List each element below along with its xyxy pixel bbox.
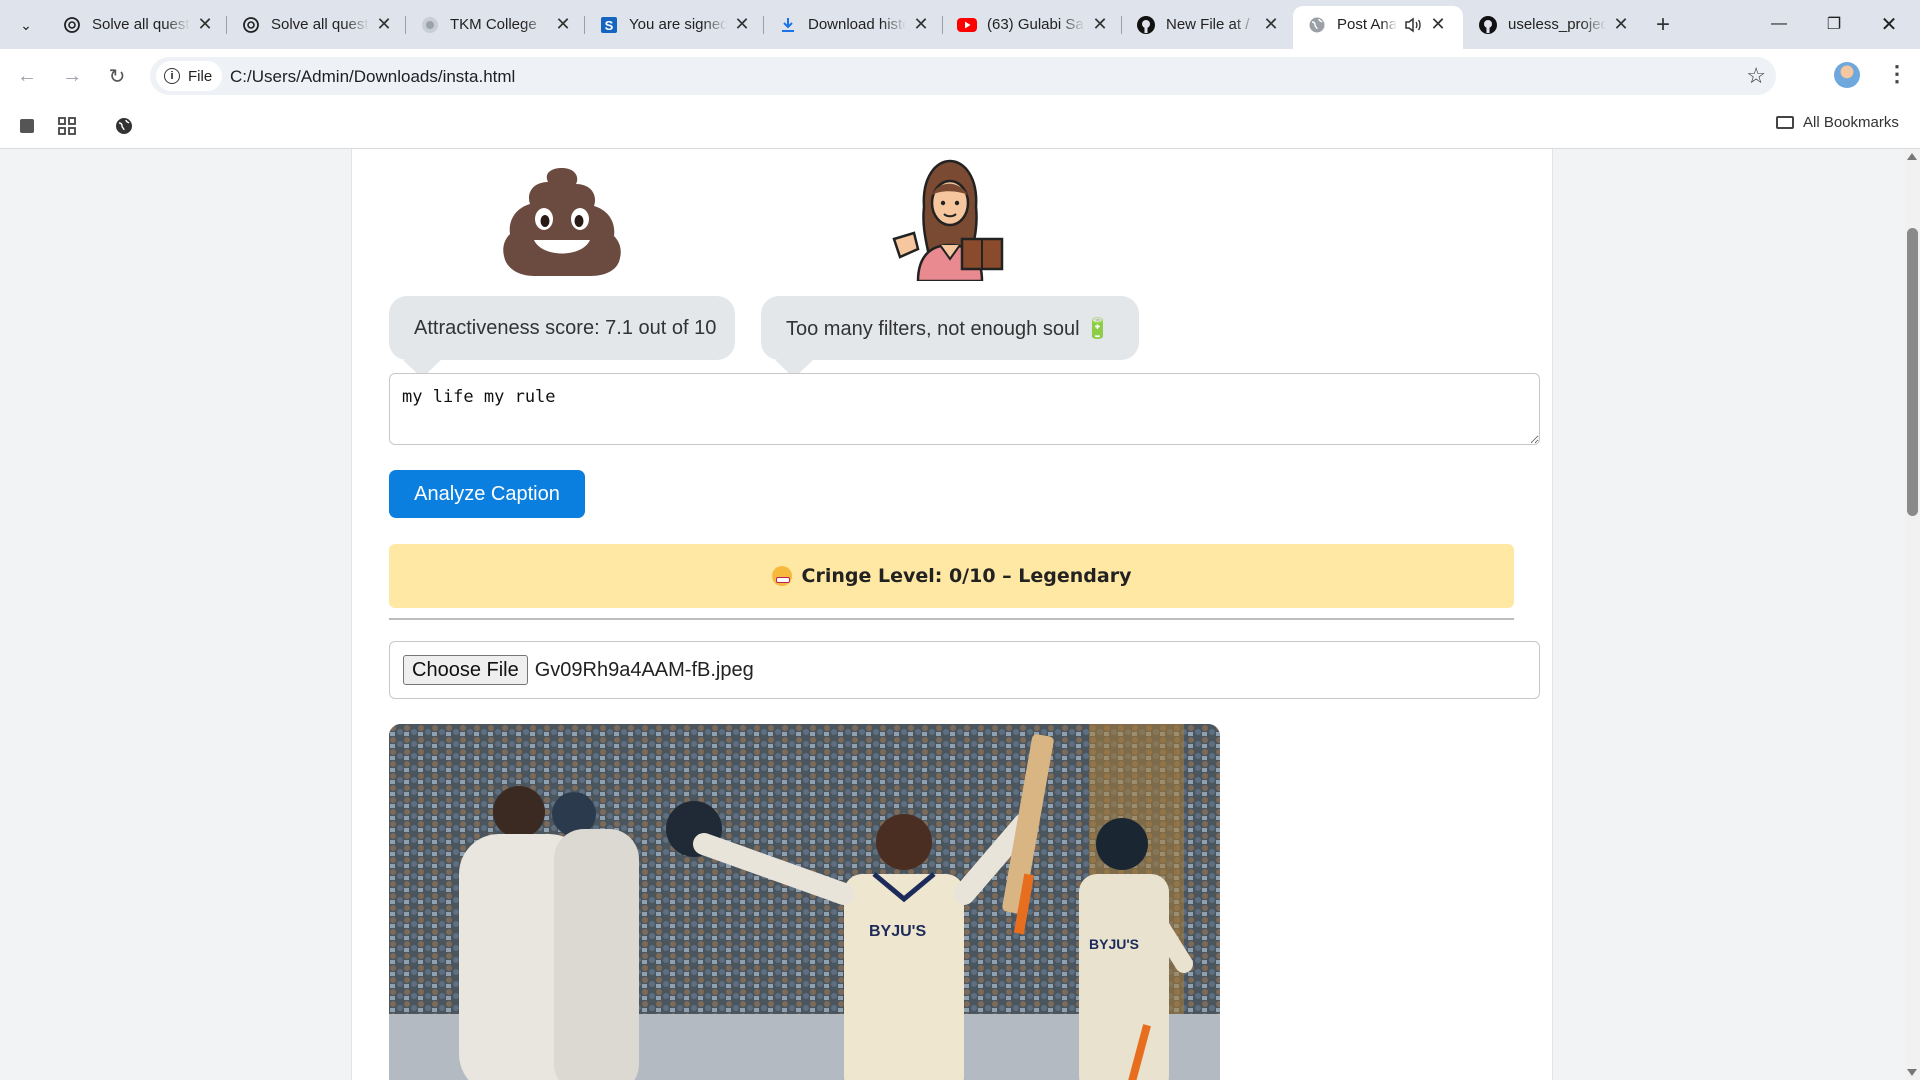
close-icon: ✕ [1880,13,1898,36]
tab-strip: ⌄ Solve all questions ✕ Solve all questi… [0,0,1920,49]
profile-avatar[interactable] [1834,62,1860,88]
tab-2[interactable]: TKM College ✕ [406,6,585,43]
back-button[interactable]: ← [12,61,42,91]
chevron-down-icon: ⌄ [20,16,32,33]
analyzer-card: Attractiveness score: 7.1 out of 10 Too … [351,149,1553,1080]
site-info-chip[interactable]: i File [156,61,223,91]
page-viewport: Attractiveness score: 7.1 out of 10 Too … [0,149,1905,1080]
github-icon [1136,15,1156,35]
cringe-level-banner: Cringe Level: 0/10 – Legendary [389,544,1514,608]
caption-input[interactable] [389,373,1540,445]
tab-4[interactable]: Download history ✕ [764,6,943,43]
scroll-down-arrow-icon[interactable] [1907,1069,1917,1076]
tab-5[interactable]: (63) Gulabi Sadi ✕ [943,6,1122,43]
tab-title: Download history [808,16,906,33]
poop-emoji-icon [502,164,622,281]
tab-title: New File at / [1166,16,1250,33]
forward-button[interactable]: → [57,61,87,91]
section-divider [389,618,1514,620]
reload-button[interactable]: ↻ [102,61,132,91]
tab-title: TKM College [450,16,537,33]
tab-title: Post Analyzer [1337,16,1397,33]
close-icon[interactable]: ✕ [1427,14,1449,36]
grimace-emoji-icon [771,566,792,586]
scroll-up-arrow-icon[interactable] [1907,153,1917,160]
minimize-icon: — [1771,15,1787,32]
restore-icon: ❐ [1826,16,1842,33]
forward-arrow-icon: → [62,64,82,87]
back-arrow-icon: ← [17,64,37,87]
attractiveness-score-text: Attractiveness score: 7.1 out of 10 [414,316,717,339]
youtube-icon [957,15,977,35]
folder-icon [1776,116,1794,129]
tab-1[interactable]: Solve all questions ✕ [227,6,406,43]
chatgpt-icon [241,15,261,35]
tab-title: useless_project [1508,16,1606,33]
close-icon[interactable]: ✕ [552,14,574,36]
tab-title: (63) Gulabi Sadi [987,16,1085,33]
woman-reading-emoji-icon [888,159,1012,286]
tab-7-active[interactable]: Post Analyzer ✕ [1293,6,1463,49]
s-logo-icon: S [599,15,619,35]
close-icon[interactable]: ✕ [1610,14,1632,36]
restore-button[interactable]: ❐ [1811,8,1857,40]
github-icon [1478,15,1498,35]
all-bookmarks-button[interactable]: All Bookmarks [1776,114,1899,131]
tab-8[interactable]: useless_project ✕ [1464,6,1642,43]
globe-icon [1307,15,1327,35]
tab-title: You are signed in [629,16,727,33]
new-tab-button[interactable]: + [1650,11,1676,38]
address-bar[interactable]: i File C:/Users/Admin/Downloads/insta.ht… [150,57,1776,95]
url-text[interactable]: C:/Users/Admin/Downloads/insta.html [230,67,515,87]
selected-file-name: Gv09Rh9a4AAM-fB.jpeg [534,658,754,681]
chip-label: File [188,67,213,85]
close-window-button[interactable]: ✕ [1866,8,1912,40]
stop-square-icon[interactable] [16,115,38,137]
attractiveness-bubble: Attractiveness score: 7.1 out of 10 [389,296,735,378]
tab-6[interactable]: New File at / ✕ [1122,6,1292,43]
tab-0[interactable]: Solve all questions ✕ [48,6,227,43]
speaker-icon[interactable] [1403,15,1423,35]
bookmarks-bar: All Bookmarks [0,101,1920,149]
tab-3[interactable]: S You are signed in ✕ [585,6,764,43]
jersey-sponsor-text: BYJU'S [1089,936,1139,952]
apps-grid-icon[interactable] [56,115,78,137]
close-icon[interactable]: ✕ [373,14,395,36]
feedback-text: Too many filters, not enough soul 🔋 [786,317,1110,340]
cringe-level-text: Cringe Level: 0/10 – Legendary [801,565,1132,587]
close-icon[interactable]: ✕ [194,14,216,36]
jersey-sponsor-text: BYJU'S [869,923,926,940]
plus-icon: + [1655,11,1670,38]
uploaded-photo: BYJU'S BYJU'S [389,724,1220,1080]
bookmark-star-icon[interactable]: ☆ [1746,63,1766,89]
menu-kebab-icon[interactable]: ⋮ [1886,61,1908,87]
download-icon [778,15,798,35]
tab-title: Solve all questions [271,16,369,33]
feedback-bubble: Too many filters, not enough soul 🔋 [761,296,1139,378]
choose-file-button[interactable]: Choose File [403,655,528,685]
close-icon[interactable]: ✕ [910,14,932,36]
close-icon[interactable]: ✕ [1089,14,1111,36]
chatgpt-icon [62,15,82,35]
svg-text:S: S [605,18,614,33]
analyze-caption-button[interactable]: Analyze Caption [389,470,585,518]
close-icon[interactable]: ✕ [1260,14,1282,36]
college-logo-icon [420,15,440,35]
minimize-button[interactable]: — [1756,8,1802,40]
scrollbar-thumb[interactable] [1907,228,1918,516]
globe-icon[interactable] [113,115,135,137]
page-scrollbar[interactable] [1905,149,1920,1080]
reload-icon: ↻ [108,65,126,88]
browser-toolbar: ← → ↻ i File C:/Users/Admin/Downloads/in… [0,49,1920,101]
info-icon: i [164,68,180,84]
close-icon[interactable]: ✕ [731,14,753,36]
file-upload-field[interactable]: Choose File Gv09Rh9a4AAM-fB.jpeg [389,641,1540,699]
tab-search-button[interactable]: ⌄ [10,11,42,39]
tab-title: Solve all questions [92,16,190,33]
all-bookmarks-label: All Bookmarks [1803,114,1899,131]
